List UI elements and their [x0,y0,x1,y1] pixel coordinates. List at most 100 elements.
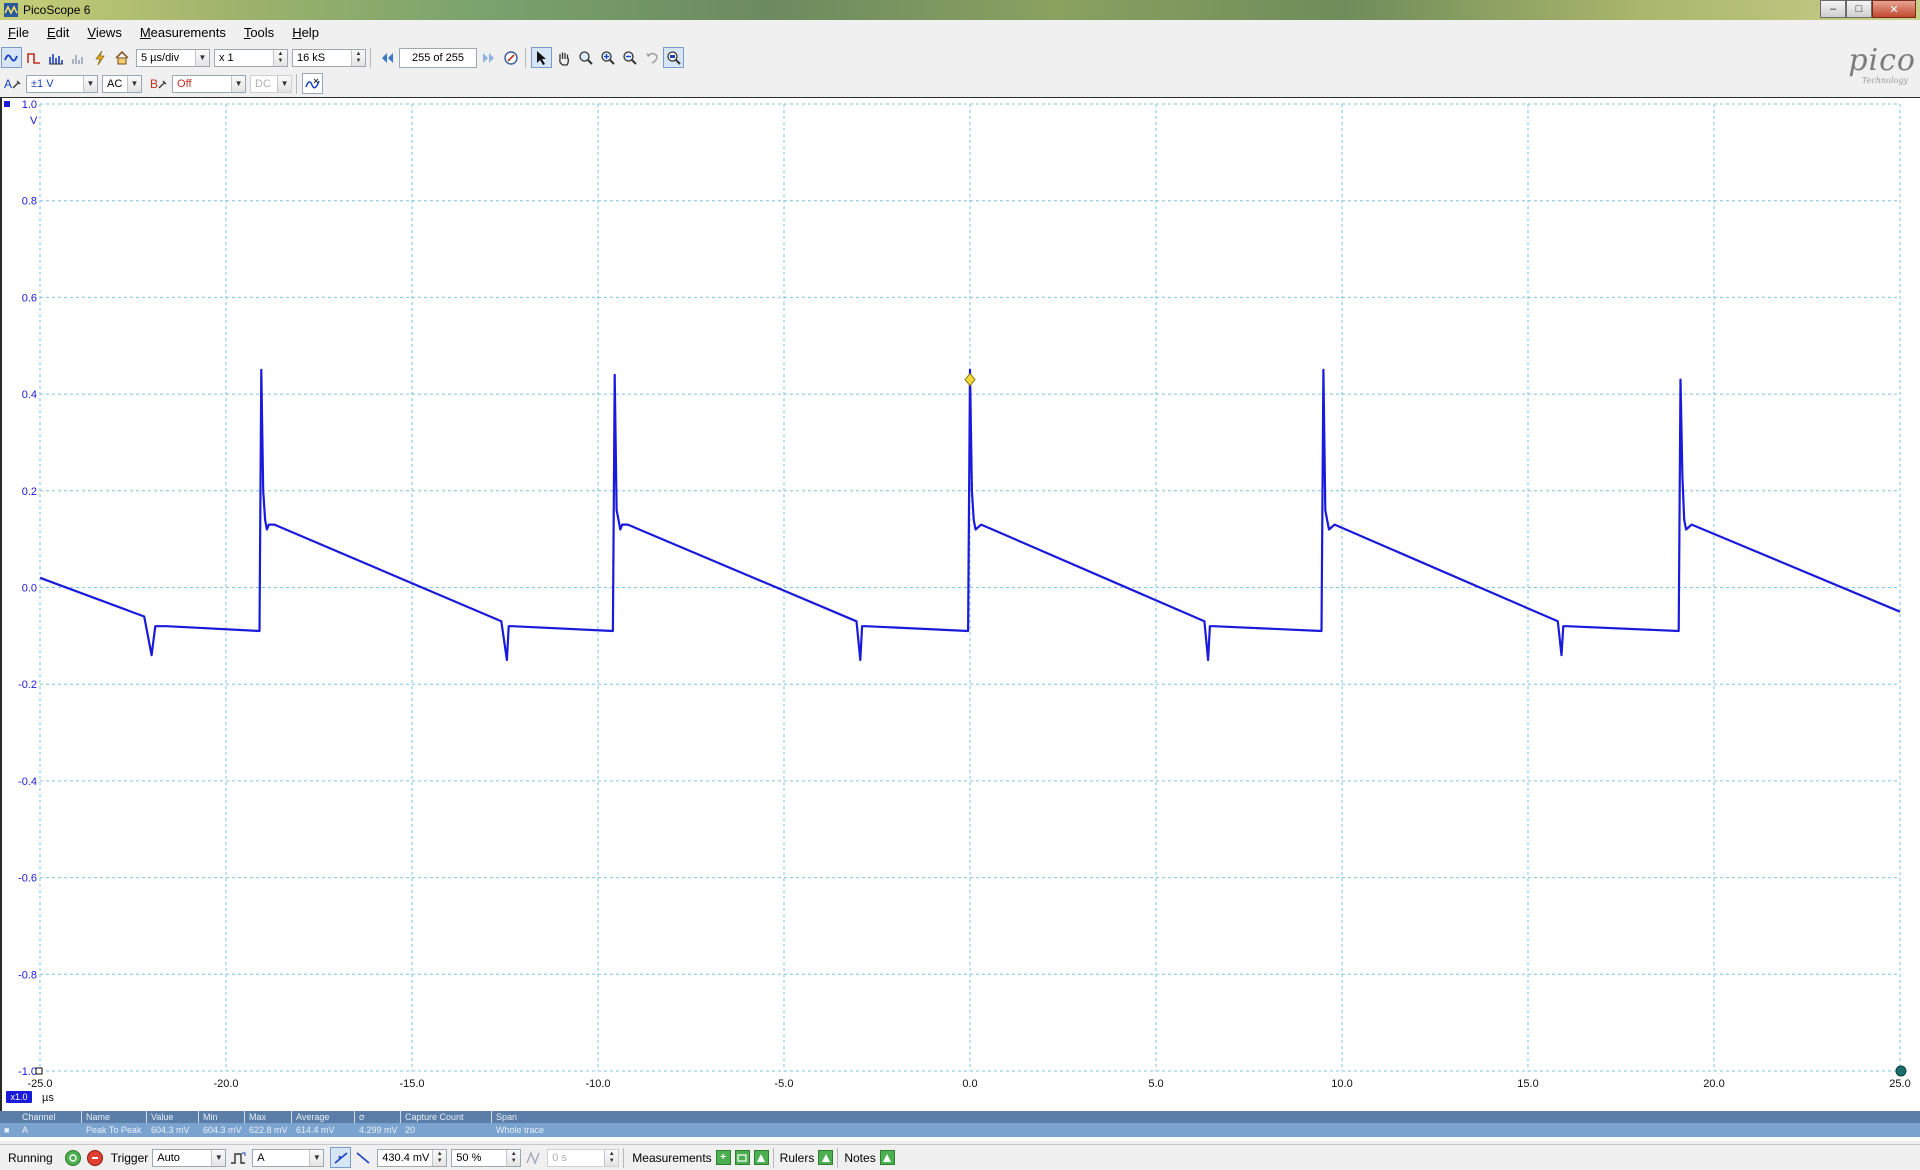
x-tick-label: 25.0 [1889,1078,1910,1090]
hand-tool-icon[interactable] [553,47,574,68]
menu-tools[interactable]: Tools [244,25,274,40]
channel-a-options-button[interactable]: A [4,77,22,91]
add-measurement-button[interactable]: + [715,1150,731,1165]
x-tick-label: 20.0 [1703,1078,1724,1090]
scope-mode-icon[interactable] [1,47,22,68]
auto-setup-icon[interactable] [89,47,110,68]
maximize-button[interactable]: □ [1846,0,1872,18]
toolbar-divider [525,47,526,68]
menu-help[interactable]: Help [292,25,319,40]
column-average: Average [292,1111,355,1123]
trigger-source-select[interactable]: A ▼ [252,1148,325,1167]
math-channels-icon[interactable] [302,73,324,94]
buffer-next-icon[interactable] [478,47,499,68]
measurements-table: Channel Name Value Min Max Average σ Cap… [0,1111,1920,1141]
zoom-factor-stepper[interactable]: x 1 ▲ ▼ [214,48,288,67]
status-bar: Running Trigger Auto ▼ A ▼ 430.4 mV ▲ ▼ 50 %… [0,1144,1920,1170]
edit-measurement-button[interactable] [734,1150,750,1165]
zoom-region-icon[interactable] [575,47,596,68]
channel-b-options-button[interactable]: B [150,77,168,91]
axis-scale-badge-label: x1.0 [10,1092,27,1102]
measurement-row[interactable]: ■ A Peak To Peak 604.3 mV 604.3 mV 622.8… [0,1123,1920,1137]
trigger-delay-stepper: 0 s ▲ ▼ [547,1148,620,1167]
measurements-label: Measurements [632,1150,712,1165]
channel-b-range-select[interactable]: Off ▼ [172,74,247,93]
column-value: Value [147,1111,199,1123]
toolbar-divider [837,1147,839,1168]
trigger-label: Trigger [110,1150,149,1165]
x-tick-label: 15.0 [1517,1078,1538,1090]
y-tick-label: 0.8 [22,196,37,208]
chevron-down-icon: ▼ [83,75,98,92]
menu-file[interactable]: File [8,25,29,40]
chevron-down-icon: ▼ [309,1149,324,1166]
toolbar-divider [772,1147,774,1168]
ruler-handle-left [35,1067,43,1075]
column-channel: Channel [18,1111,82,1123]
pretrigger-stepper[interactable]: 50 % ▲ ▼ [451,1148,522,1167]
chevron-down-icon: ▼ [127,75,142,92]
column-span: Span [496,1112,518,1122]
y-tick-label: -0.8 [18,969,37,981]
advanced-trigger-icon[interactable] [227,1147,248,1168]
notes-button[interactable] [879,1150,895,1165]
channel-toolbar: A ±1 V ▼ AC ▼ B Off ▼ DC ▼ [0,71,360,96]
stop-button[interactable] [86,1149,103,1166]
trigger-threshold-stepper[interactable]: 430.4 mV ▲ ▼ [377,1148,448,1167]
channel-a-coupling-select[interactable]: AC ▼ [102,74,143,93]
column-max: Max [245,1111,292,1123]
x-tick-label: -10.0 [585,1078,610,1090]
menu-views[interactable]: Views [87,25,121,40]
run-status-label: Running [8,1150,53,1165]
spectrum-mode-icon[interactable] [45,47,66,68]
minimize-button[interactable]: – [1820,0,1846,18]
zoom-overview-icon[interactable] [663,47,684,68]
scope-view[interactable]: -25.0 -20.0 -15.0 -10.0 -5.0 0.0 5.0 10.0 15.0 20… [0,97,1920,1111]
buffer-first-icon[interactable] [376,47,397,68]
close-button[interactable]: ✕ [1872,0,1916,18]
buffer-navigator[interactable]: 255 of 255 [399,47,477,68]
post-trigger-delay-icon[interactable] [522,1147,543,1168]
row-marker-icon: ■ [4,1125,10,1135]
pointer-tool-icon[interactable] [531,47,552,68]
trigger-marker-icon [964,372,976,387]
remove-measurement-button[interactable] [753,1150,769,1165]
stop-icon [91,1156,98,1159]
falling-edge-icon[interactable] [352,1147,373,1168]
zoom-out-icon[interactable] [619,47,640,68]
window-title: PicoScope 6 [23,3,91,17]
y-tick-label: -0.2 [18,679,37,691]
menu-measurements[interactable]: Measurements [140,25,226,40]
serial-decode-icon[interactable] [67,47,88,68]
probe-icon [158,80,167,88]
y-axis-unit: V [30,115,38,127]
x-tick-label: -5.0 [775,1078,794,1090]
trigger-mode-select[interactable]: Auto ▼ [152,1148,227,1167]
persistence-mode-icon[interactable] [23,47,44,68]
undo-zoom-icon[interactable] [641,47,662,68]
spin-arrows-icon: ▲ ▼ [604,1149,619,1166]
sample-count-stepper[interactable]: 16 kS ▲ ▼ [292,48,366,67]
measurements-header-row: Channel Name Value Min Max Average σ Cap… [0,1111,1920,1123]
channel-a-marker [4,101,10,107]
zoom-in-icon[interactable] [597,47,618,68]
channel-b-coupling-select: DC ▼ [250,74,293,93]
y-tick-label: 0.6 [22,292,37,304]
buffer-overview-icon[interactable] [500,47,521,68]
channel-a-range-select[interactable]: ±1 V ▼ [26,74,99,93]
home-icon[interactable] [111,47,132,68]
edit-icon [737,1153,747,1162]
rising-edge-icon[interactable] [330,1147,352,1168]
rulers-button[interactable] [818,1150,834,1165]
x-tick-label: 0.0 [962,1078,977,1090]
toolbar-divider [296,73,298,94]
timebase-select[interactable]: 5 µs/div ▼ [136,48,210,67]
waveform-chart[interactable]: -25.0 -20.0 -15.0 -10.0 -5.0 0.0 5.0 10.0 15.0 20… [2,98,1920,1112]
x-tick-label: 5.0 [1148,1078,1163,1090]
y-tick-label: 1.0 [22,99,37,111]
y-tick-label: 0.0 [22,583,37,595]
menu-edit[interactable]: Edit [47,25,69,40]
start-button[interactable] [64,1149,81,1166]
column-sigma: σ [355,1111,401,1123]
toolbar-divider [623,1147,625,1168]
